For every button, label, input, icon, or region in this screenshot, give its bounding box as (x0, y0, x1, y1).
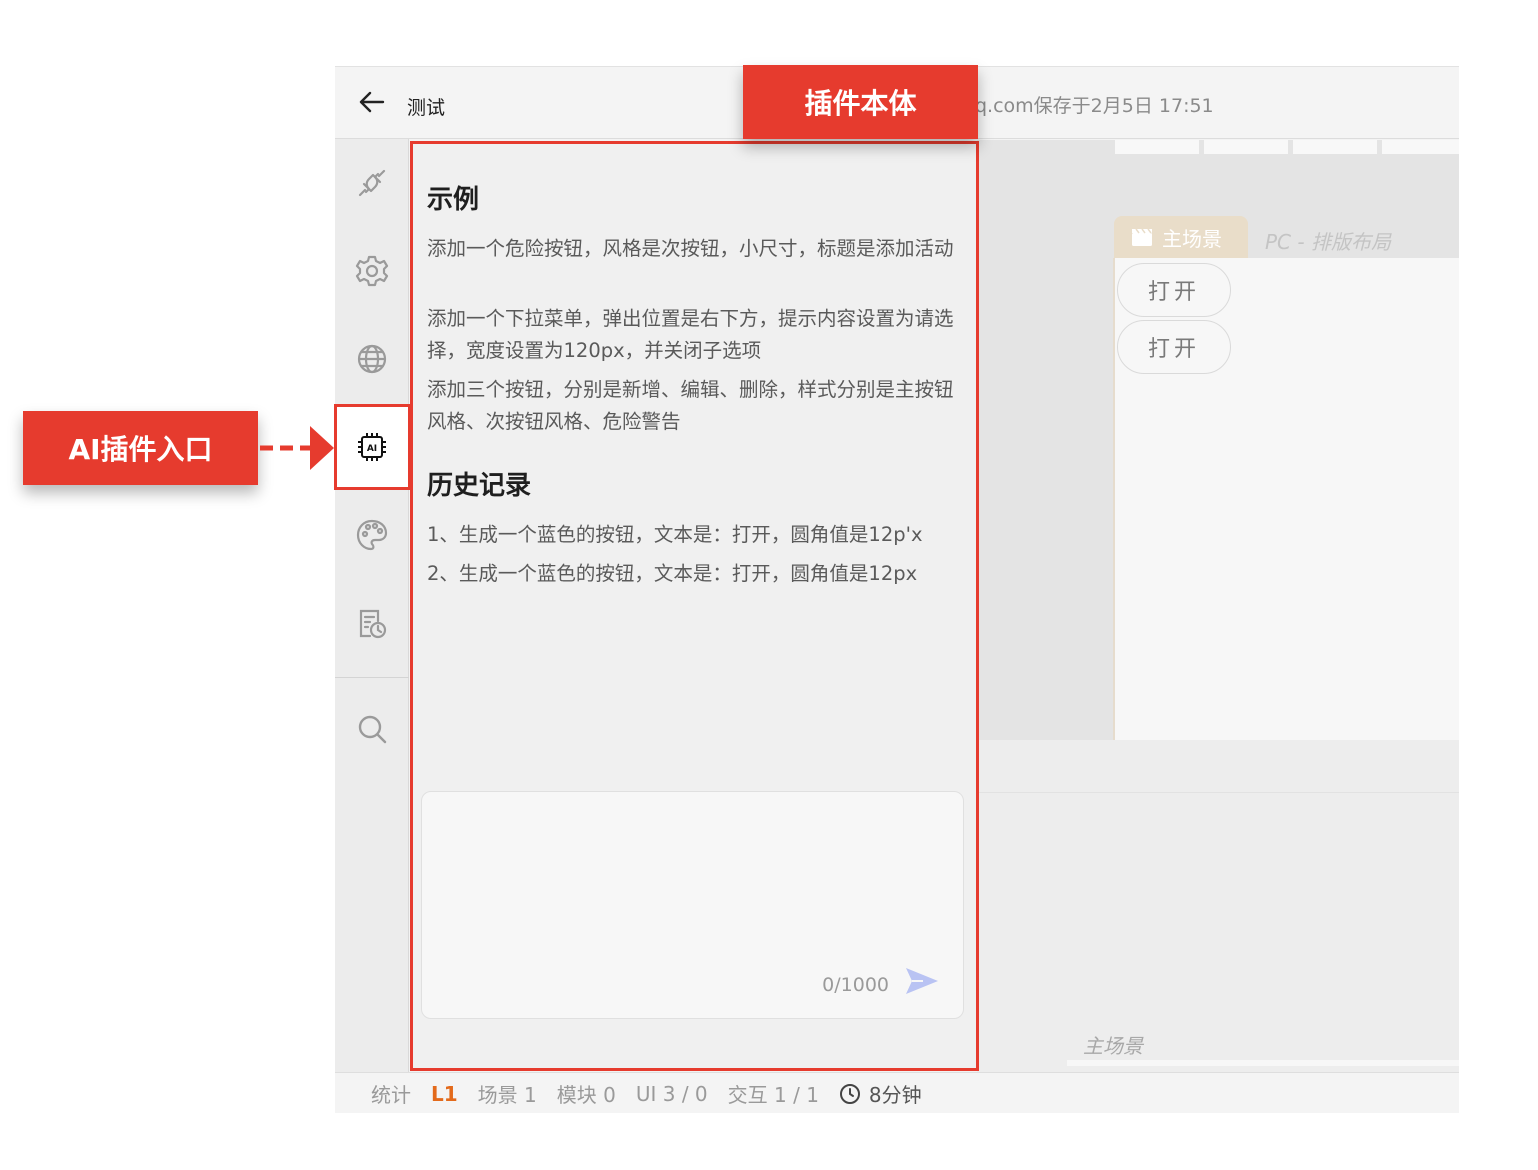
rail-item-search[interactable] (335, 689, 409, 769)
ruler-segment (1382, 140, 1459, 154)
back-arrow-icon[interactable] (357, 87, 387, 117)
canvas-workspace: 主场景 PC - 排版布局 打开 打开 (977, 140, 1459, 740)
ruler-segment (1293, 140, 1377, 154)
canvas-divider (977, 792, 1459, 793)
canvas-lower-area (977, 740, 1459, 1073)
ruler-segment (1204, 140, 1288, 154)
rail-item-globe[interactable] (335, 319, 409, 399)
scene-frame: 打开 打开 (1113, 258, 1459, 740)
interaction-count: 交互 1 / 1 (727, 1083, 819, 1107)
stats-label: 统计 (371, 1083, 411, 1107)
level-badge: L1 (431, 1081, 458, 1106)
open-button[interactable]: 打开 (1117, 263, 1231, 317)
ai-entry-callout: AI插件入口 (23, 411, 258, 485)
ruler-segment (1115, 140, 1199, 154)
project-title: 测试 (407, 97, 446, 119)
left-icon-rail: AI (335, 139, 409, 1072)
search-icon (358, 715, 387, 744)
rail-divider (335, 677, 409, 678)
open-button[interactable]: 打开 (1117, 320, 1231, 374)
scene-count: 场景 1 (477, 1083, 537, 1107)
stage: 测试 q.com保存于2月5日 17:51 AI 示例 添加一个危险按钮，风格是… (0, 0, 1538, 1170)
rail-item-history[interactable] (335, 583, 409, 663)
scene-footer-bar (1067, 1060, 1459, 1066)
palette-icon (356, 519, 388, 551)
document-history-icon (359, 609, 387, 639)
design-canvas: 主场景 PC - 排版布局 打开 打开 主场景 (977, 140, 1459, 1073)
scene-tab[interactable]: 主场景 (1114, 216, 1248, 258)
gear-icon (355, 255, 389, 287)
plugin-body-highlight (410, 141, 979, 1071)
clock-icon (839, 1083, 860, 1104)
plugin-body-callout: 插件本体 (743, 65, 978, 139)
rail-item-plugin[interactable] (335, 143, 409, 223)
globe-icon (357, 344, 387, 374)
scene-tab-label: 主场景 (1162, 226, 1222, 251)
rail-item-palette[interactable] (335, 495, 409, 575)
time-value: 8分钟 (868, 1083, 922, 1107)
ui-count: UI 3 / 0 (635, 1081, 708, 1106)
ai-entry-highlight (334, 404, 411, 490)
scene-footer-label: 主场景 (1083, 1034, 1143, 1058)
callout-arrow-icon (260, 426, 334, 470)
rail-item-settings[interactable] (335, 231, 409, 311)
time-spent: 8分钟 (839, 1079, 928, 1108)
layout-label: PC - 排版布局 (1265, 230, 1391, 254)
plugin-icon (358, 169, 386, 197)
save-status: q.com保存于2月5日 17:51 (975, 95, 1214, 117)
status-bar: 统计 L1 场景 1 模块 0 UI 3 / 0 交互 1 / 1 8分钟 (335, 1072, 1459, 1113)
clapperboard-icon (1132, 228, 1152, 246)
module-count: 模块 0 (556, 1083, 616, 1107)
